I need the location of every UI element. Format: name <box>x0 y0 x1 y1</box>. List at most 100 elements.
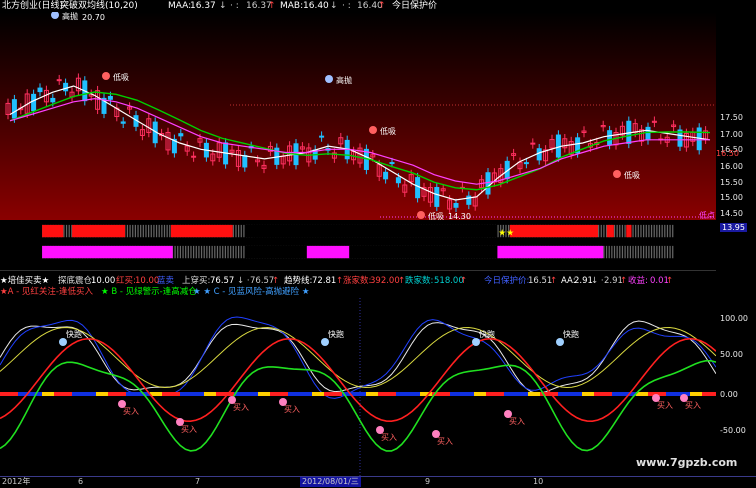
band-cell <box>108 392 114 396</box>
band-cell <box>156 392 162 396</box>
band-cell <box>510 392 516 396</box>
band-cell <box>378 392 384 396</box>
strip-tick <box>603 224 605 238</box>
candle-body <box>530 142 536 145</box>
band-cell <box>78 392 84 396</box>
strip-tick <box>650 245 653 259</box>
band-cell <box>666 392 672 396</box>
band-cell <box>294 392 300 396</box>
band-cell <box>180 392 186 396</box>
band-cell <box>246 392 252 396</box>
candle-body <box>555 134 561 158</box>
strip-tick <box>658 245 661 259</box>
strip-tick <box>608 245 610 259</box>
price-label: 15.00 <box>720 193 743 202</box>
arrow-up-icon: ↑ <box>666 276 674 286</box>
seg-value: 16.51 <box>528 276 553 286</box>
strip-tick <box>627 245 629 259</box>
maa-value: 16.37 <box>190 1 216 11</box>
band-cell <box>414 392 420 396</box>
band-cell <box>210 392 216 396</box>
seg-value: 76.57 <box>210 276 235 286</box>
band-cell <box>12 392 18 396</box>
candle-body <box>178 133 184 137</box>
strip-tick <box>619 245 621 259</box>
svg-text:低吸: 低吸 <box>428 211 444 220</box>
band-cell <box>264 392 270 396</box>
arrow-up-icon: ↑ <box>272 276 280 286</box>
strip-tick <box>169 224 171 238</box>
date-label: 7 <box>195 477 201 486</box>
strip-tick <box>65 224 68 238</box>
band-cell <box>606 392 612 396</box>
strip-segment <box>626 224 632 238</box>
strip-tick <box>235 224 237 238</box>
band-cell <box>444 392 450 396</box>
candle-body <box>607 130 613 146</box>
strip-tick <box>629 245 631 259</box>
band-cell <box>642 392 648 396</box>
osc-label: 0.00 <box>720 390 738 399</box>
band-cell <box>276 392 282 396</box>
strip-tick <box>216 245 219 259</box>
seg-label: 今日保护价: <box>484 276 530 286</box>
arrow-up-icon: ↑ <box>550 276 558 286</box>
strip-tick <box>214 245 216 259</box>
band-cell <box>162 392 168 396</box>
strip-tick <box>150 224 152 238</box>
band-cell <box>594 392 600 396</box>
strip-tick <box>637 224 639 238</box>
strip-tick <box>637 245 639 259</box>
band-cell <box>672 392 678 396</box>
band-cell <box>420 392 426 396</box>
band-cell <box>438 392 444 396</box>
strip-tick <box>177 245 179 259</box>
strip-tick <box>656 224 658 238</box>
strip-tick <box>666 245 669 259</box>
strip-tick <box>137 224 139 238</box>
strip-tick <box>68 224 70 238</box>
strip-tick <box>227 245 229 259</box>
osc-label: 50.00 <box>720 350 743 359</box>
candle-body <box>107 95 113 100</box>
mab-down-icon: ↓ <box>330 1 338 11</box>
band-cell <box>558 392 564 396</box>
panel-divider <box>0 270 716 271</box>
svg-text:买入: 买入 <box>657 401 673 410</box>
band-cell <box>354 392 360 396</box>
strip-tick <box>200 245 203 259</box>
strip-tick <box>611 245 613 259</box>
svg-text:买入: 买入 <box>509 417 525 426</box>
band-cell <box>582 392 588 396</box>
mab-sep: · : <box>342 1 351 11</box>
price-chart-background <box>0 12 716 220</box>
candle-body <box>319 135 325 138</box>
strip-tick <box>640 224 642 238</box>
seg-label: 趋势线: <box>284 276 313 286</box>
band-cell <box>600 392 606 396</box>
strip-tick <box>211 245 213 259</box>
strip-tick <box>182 245 184 259</box>
protect-price-label: 今日保护价 <box>392 1 438 11</box>
band-cell <box>216 392 222 396</box>
strip-segment <box>42 245 173 259</box>
strip-tick <box>656 245 658 259</box>
strip-segment <box>170 224 233 238</box>
band-cell <box>462 392 468 396</box>
strip-tick <box>187 245 189 259</box>
candle-body <box>56 79 62 82</box>
svg-text:快跑: 快跑 <box>66 329 82 339</box>
strip-tick <box>230 245 232 259</box>
band-cell <box>372 392 378 396</box>
band-cell <box>456 392 462 396</box>
strip-tick <box>158 224 160 238</box>
price-chart[interactable]: 高抛 20.70 低吸 高抛 低吸 低吸 14.30 低吸 低点 <box>0 12 716 220</box>
band-cell <box>570 392 576 396</box>
strip-tick <box>616 245 618 259</box>
cursor-date: 2012/08/01/三 <box>300 477 361 487</box>
strip-tick <box>198 245 200 259</box>
oscillator-chart[interactable]: 快跑 快跑 快跑 快跑买入买入买入 买入买入 买入买入买入 买入 <box>0 298 716 476</box>
date-label: 9 <box>425 477 431 486</box>
strip-tick <box>624 224 626 238</box>
date-axis[interactable]: 2012年 6 7 2012/08/01/三 9 10 <box>0 476 756 488</box>
